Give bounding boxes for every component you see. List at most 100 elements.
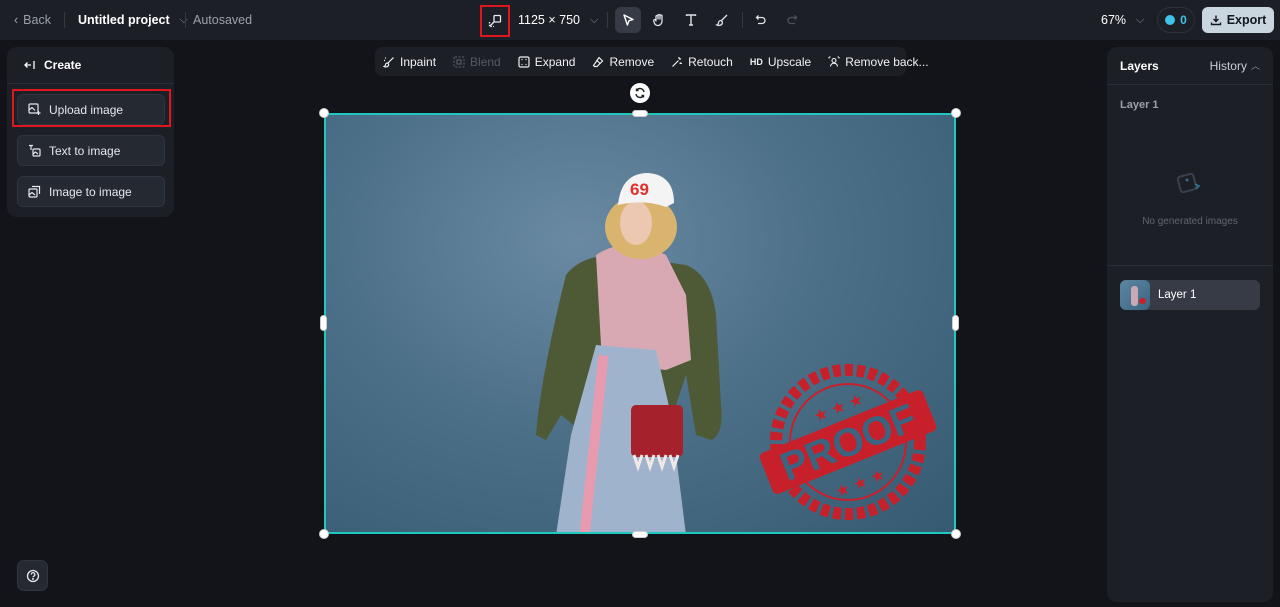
zoom-dropdown[interactable]: 67% ⌵ bbox=[1101, 0, 1144, 40]
collapse-left-icon bbox=[24, 61, 35, 69]
project-name-dropdown[interactable]: Untitled project ⌵ bbox=[78, 0, 188, 40]
credits-icon bbox=[1165, 15, 1176, 25]
help-button[interactable] bbox=[17, 560, 48, 591]
chevron-down-icon: ⌵ bbox=[589, 13, 599, 26]
text-tool-button[interactable] bbox=[678, 7, 704, 33]
text-to-image-icon bbox=[29, 144, 41, 157]
hd-icon: HD bbox=[749, 56, 763, 67]
back-label: Back bbox=[23, 13, 51, 27]
blend-button[interactable]: Blend bbox=[453, 55, 501, 69]
resize-handle-top[interactable] bbox=[632, 110, 648, 117]
blend-label: Blend bbox=[470, 54, 501, 69]
upload-image-label: Upload image bbox=[49, 102, 124, 117]
upscale-label: Upscale bbox=[767, 54, 812, 69]
divider bbox=[185, 12, 186, 28]
magic-wand-icon bbox=[672, 56, 683, 67]
top-bar: ‹ Back Untitled project ⌵ Autosaved 1125… bbox=[0, 0, 1280, 40]
cap-number: 69 bbox=[630, 180, 649, 199]
resize-handle-bottom-left[interactable] bbox=[319, 529, 329, 539]
project-name: Untitled project bbox=[78, 13, 170, 27]
export-label: Export bbox=[1226, 13, 1267, 27]
red-handbag bbox=[631, 405, 683, 457]
select-tool-button[interactable] bbox=[615, 7, 641, 33]
chevron-down-icon: ⌵ bbox=[1136, 13, 1145, 26]
resize-handle-top-right[interactable] bbox=[951, 108, 961, 118]
export-button[interactable]: Export bbox=[1202, 7, 1274, 33]
expand-icon bbox=[518, 55, 530, 68]
remove-button[interactable]: Remove bbox=[592, 55, 654, 69]
layer-item[interactable]: Layer 1 bbox=[1120, 280, 1260, 310]
image-to-image-button[interactable]: Image to image bbox=[17, 176, 165, 207]
layer-thumbnail bbox=[1120, 280, 1150, 310]
expand-label: Expand bbox=[534, 54, 576, 69]
history-label: History bbox=[1209, 58, 1247, 73]
undo-icon bbox=[755, 15, 766, 25]
inpaint-icon bbox=[383, 56, 394, 68]
canvas-image-layer[interactable]: 69 PROOF ★ ★ ★ ★ ★ ★ bbox=[324, 113, 956, 534]
create-panel: Create Upload image Text to image Image … bbox=[7, 47, 174, 217]
layer-name: Layer 1 bbox=[1158, 289, 1197, 301]
svg-text:★ ★ ★: ★ ★ ★ bbox=[833, 466, 888, 501]
help-icon bbox=[26, 569, 39, 582]
image-action-bar: Inpaint Blend Expand Remove Retouch HD U… bbox=[375, 47, 929, 76]
save-status: Autosaved bbox=[193, 13, 253, 27]
chevron-up-icon: ︿ bbox=[1250, 61, 1260, 71]
download-icon bbox=[1210, 15, 1221, 26]
resize-handle-left[interactable] bbox=[320, 315, 327, 331]
credits-badge[interactable]: 0 bbox=[1157, 7, 1195, 33]
undo-button[interactable] bbox=[748, 7, 774, 33]
upload-image-button[interactable]: Upload image bbox=[17, 94, 165, 125]
layer-section-label: Layer 1 bbox=[1120, 99, 1159, 111]
blend-icon bbox=[453, 55, 465, 68]
redo-button[interactable] bbox=[779, 7, 805, 33]
rotate-handle[interactable] bbox=[630, 83, 650, 103]
layers-title: Layers bbox=[1120, 58, 1159, 73]
image-to-image-icon bbox=[28, 185, 41, 198]
divider bbox=[742, 12, 743, 28]
resize-handle-bottom-right[interactable] bbox=[951, 529, 961, 539]
back-button[interactable]: ‹ Back bbox=[14, 0, 51, 40]
brush-icon bbox=[715, 14, 728, 27]
zoom-level: 67% bbox=[1101, 13, 1127, 27]
cursor-icon bbox=[623, 14, 634, 26]
resize-handle-top-left[interactable] bbox=[319, 108, 329, 118]
remove-label: Remove bbox=[609, 54, 655, 69]
empty-images-icon bbox=[1176, 172, 1201, 194]
empty-state-text: No generated images bbox=[1142, 216, 1238, 227]
inpaint-button[interactable]: Inpaint bbox=[383, 55, 436, 69]
upscale-button[interactable]: HD Upscale bbox=[750, 55, 811, 69]
retouch-button[interactable]: Retouch bbox=[671, 55, 733, 69]
image-to-image-label: Image to image bbox=[49, 184, 132, 199]
resize-handle-bottom[interactable] bbox=[632, 531, 648, 538]
upload-image-icon bbox=[28, 103, 41, 115]
create-panel-title: Create bbox=[44, 58, 82, 72]
expand-button[interactable]: Expand bbox=[518, 54, 576, 69]
divider bbox=[1107, 265, 1273, 266]
resize-icon bbox=[488, 14, 502, 28]
canvas-size-dropdown[interactable]: 1125 × 750 ⌵ bbox=[518, 0, 598, 40]
hand-icon bbox=[653, 13, 663, 27]
remove-background-button[interactable]: Remove back... bbox=[828, 54, 929, 69]
inpaint-label: Inpaint bbox=[400, 54, 437, 69]
divider bbox=[64, 12, 65, 28]
proof-stamp: PROOF ★ ★ ★ ★ ★ ★ bbox=[759, 364, 937, 520]
credits-count: 0 bbox=[1180, 13, 1187, 27]
resize-canvas-button[interactable] bbox=[480, 5, 510, 37]
face bbox=[620, 201, 652, 245]
create-panel-header[interactable]: Create bbox=[7, 47, 174, 84]
redo-icon bbox=[787, 15, 798, 25]
eraser-icon bbox=[593, 56, 604, 67]
text-to-image-button[interactable]: Text to image bbox=[17, 135, 165, 166]
resize-handle-right[interactable] bbox=[952, 315, 959, 331]
brush-tool-button[interactable] bbox=[709, 7, 735, 33]
chevron-down-icon: ⌵ bbox=[179, 13, 189, 26]
remove-background-icon bbox=[828, 55, 840, 67]
remove-background-label: Remove back... bbox=[845, 54, 929, 69]
layers-panel: Layers History ︿ Layer 1 No generated im… bbox=[1107, 47, 1273, 602]
history-toggle[interactable]: History ︿ bbox=[1210, 59, 1260, 73]
chevron-left-icon: ‹ bbox=[14, 13, 19, 27]
hand-tool-button[interactable] bbox=[646, 7, 672, 33]
rotate-icon bbox=[635, 87, 645, 99]
photo-content: 69 PROOF ★ ★ ★ ★ ★ ★ bbox=[536, 173, 937, 532]
text-icon bbox=[685, 14, 697, 26]
